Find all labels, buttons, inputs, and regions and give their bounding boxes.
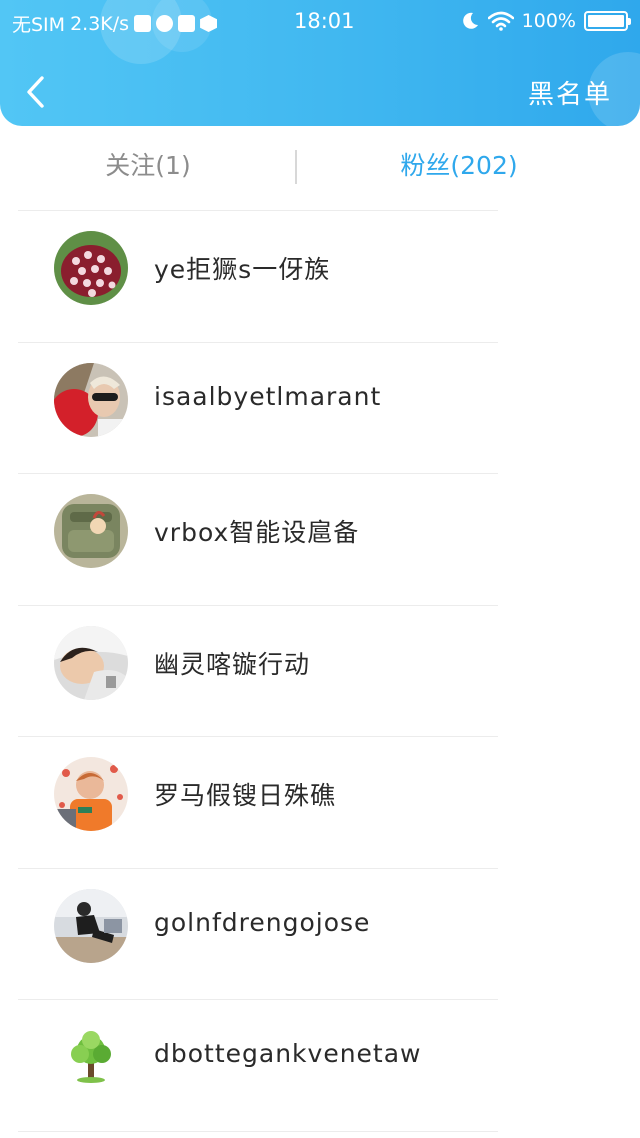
list-item[interactable]: vrbox智能设扈备 [0, 473, 640, 605]
back-button[interactable] [20, 72, 56, 112]
header-bar: 无SIM 2.3K/s 18:01 100% 黑名单 [0, 0, 640, 126]
row-divider [18, 473, 498, 474]
tab-divider [295, 150, 297, 184]
fans-list: ye拒獗s一伢族 isaalbyetlmarant vrbox智能设扈备 幽灵喀… [0, 210, 640, 1131]
list-item[interactable]: dbottegankvenetaw [0, 999, 640, 1131]
wifi-icon [487, 11, 514, 31]
person-sitting-avatar[interactable] [54, 888, 128, 963]
hex-app-icon [200, 15, 218, 32]
app-icon [156, 15, 174, 32]
moon-icon [462, 12, 478, 29]
username[interactable]: ye拒獗s一伢族 [154, 250, 330, 286]
clock: 18:01 [294, 9, 355, 33]
row-divider [18, 1131, 498, 1132]
username[interactable]: 幽灵喀镟行动 [154, 645, 310, 681]
status-right: 100% [460, 10, 631, 32]
battery-fill [588, 15, 624, 27]
status-left: 无SIM 2.3K/s [12, 10, 218, 37]
list-item[interactable]: golnfdrengojose [0, 867, 640, 1000]
tree-avatar[interactable] [54, 1020, 128, 1094]
sleeping-child-avatar[interactable] [54, 625, 128, 700]
list-item[interactable]: 幽灵喀镟行动 [0, 604, 640, 737]
row-divider [18, 341, 498, 343]
username[interactable]: isaalbyetlmarant [154, 382, 381, 411]
tab-following[interactable]: 关注(1) [0, 126, 296, 206]
battery-percent: 100% [521, 10, 576, 32]
list-item[interactable]: isaalbyetlmarant [0, 341, 640, 474]
list-item[interactable]: 罗马假锼日殊礁 [0, 736, 640, 868]
battery-icon [584, 11, 631, 31]
row-divider [18, 604, 498, 606]
child-orange-avatar[interactable] [54, 757, 128, 831]
row-divider [18, 999, 498, 1000]
sunglasses-avatar[interactable] [54, 362, 128, 437]
row-divider [18, 867, 498, 869]
tab-bar: 关注(1) 粉丝(202) [0, 126, 640, 210]
mail-icon [178, 15, 196, 32]
list-item[interactable]: ye拒獗s一伢族 [0, 210, 640, 342]
username[interactable]: 罗马假锼日殊礁 [154, 776, 336, 812]
carrier-text: 无SIM [12, 14, 66, 36]
row-divider [18, 736, 498, 737]
network-speed: 2.3K/s [70, 12, 130, 35]
row-divider [18, 210, 498, 211]
username[interactable]: vrbox智能设扈备 [154, 513, 359, 549]
check-box-icon [134, 15, 152, 32]
status-bar: 无SIM 2.3K/s 18:01 100% [0, 0, 640, 42]
username[interactable]: golnfdrengojose [154, 908, 370, 937]
bag-avatar[interactable] [54, 494, 128, 568]
username[interactable]: dbottegankvenetaw [154, 1039, 422, 1068]
blacklist-button[interactable]: 黑名单 [528, 74, 612, 111]
flower-avatar[interactable] [54, 231, 128, 305]
chevron-left-icon [27, 76, 44, 108]
tab-fans[interactable]: 粉丝(202) [298, 126, 640, 206]
